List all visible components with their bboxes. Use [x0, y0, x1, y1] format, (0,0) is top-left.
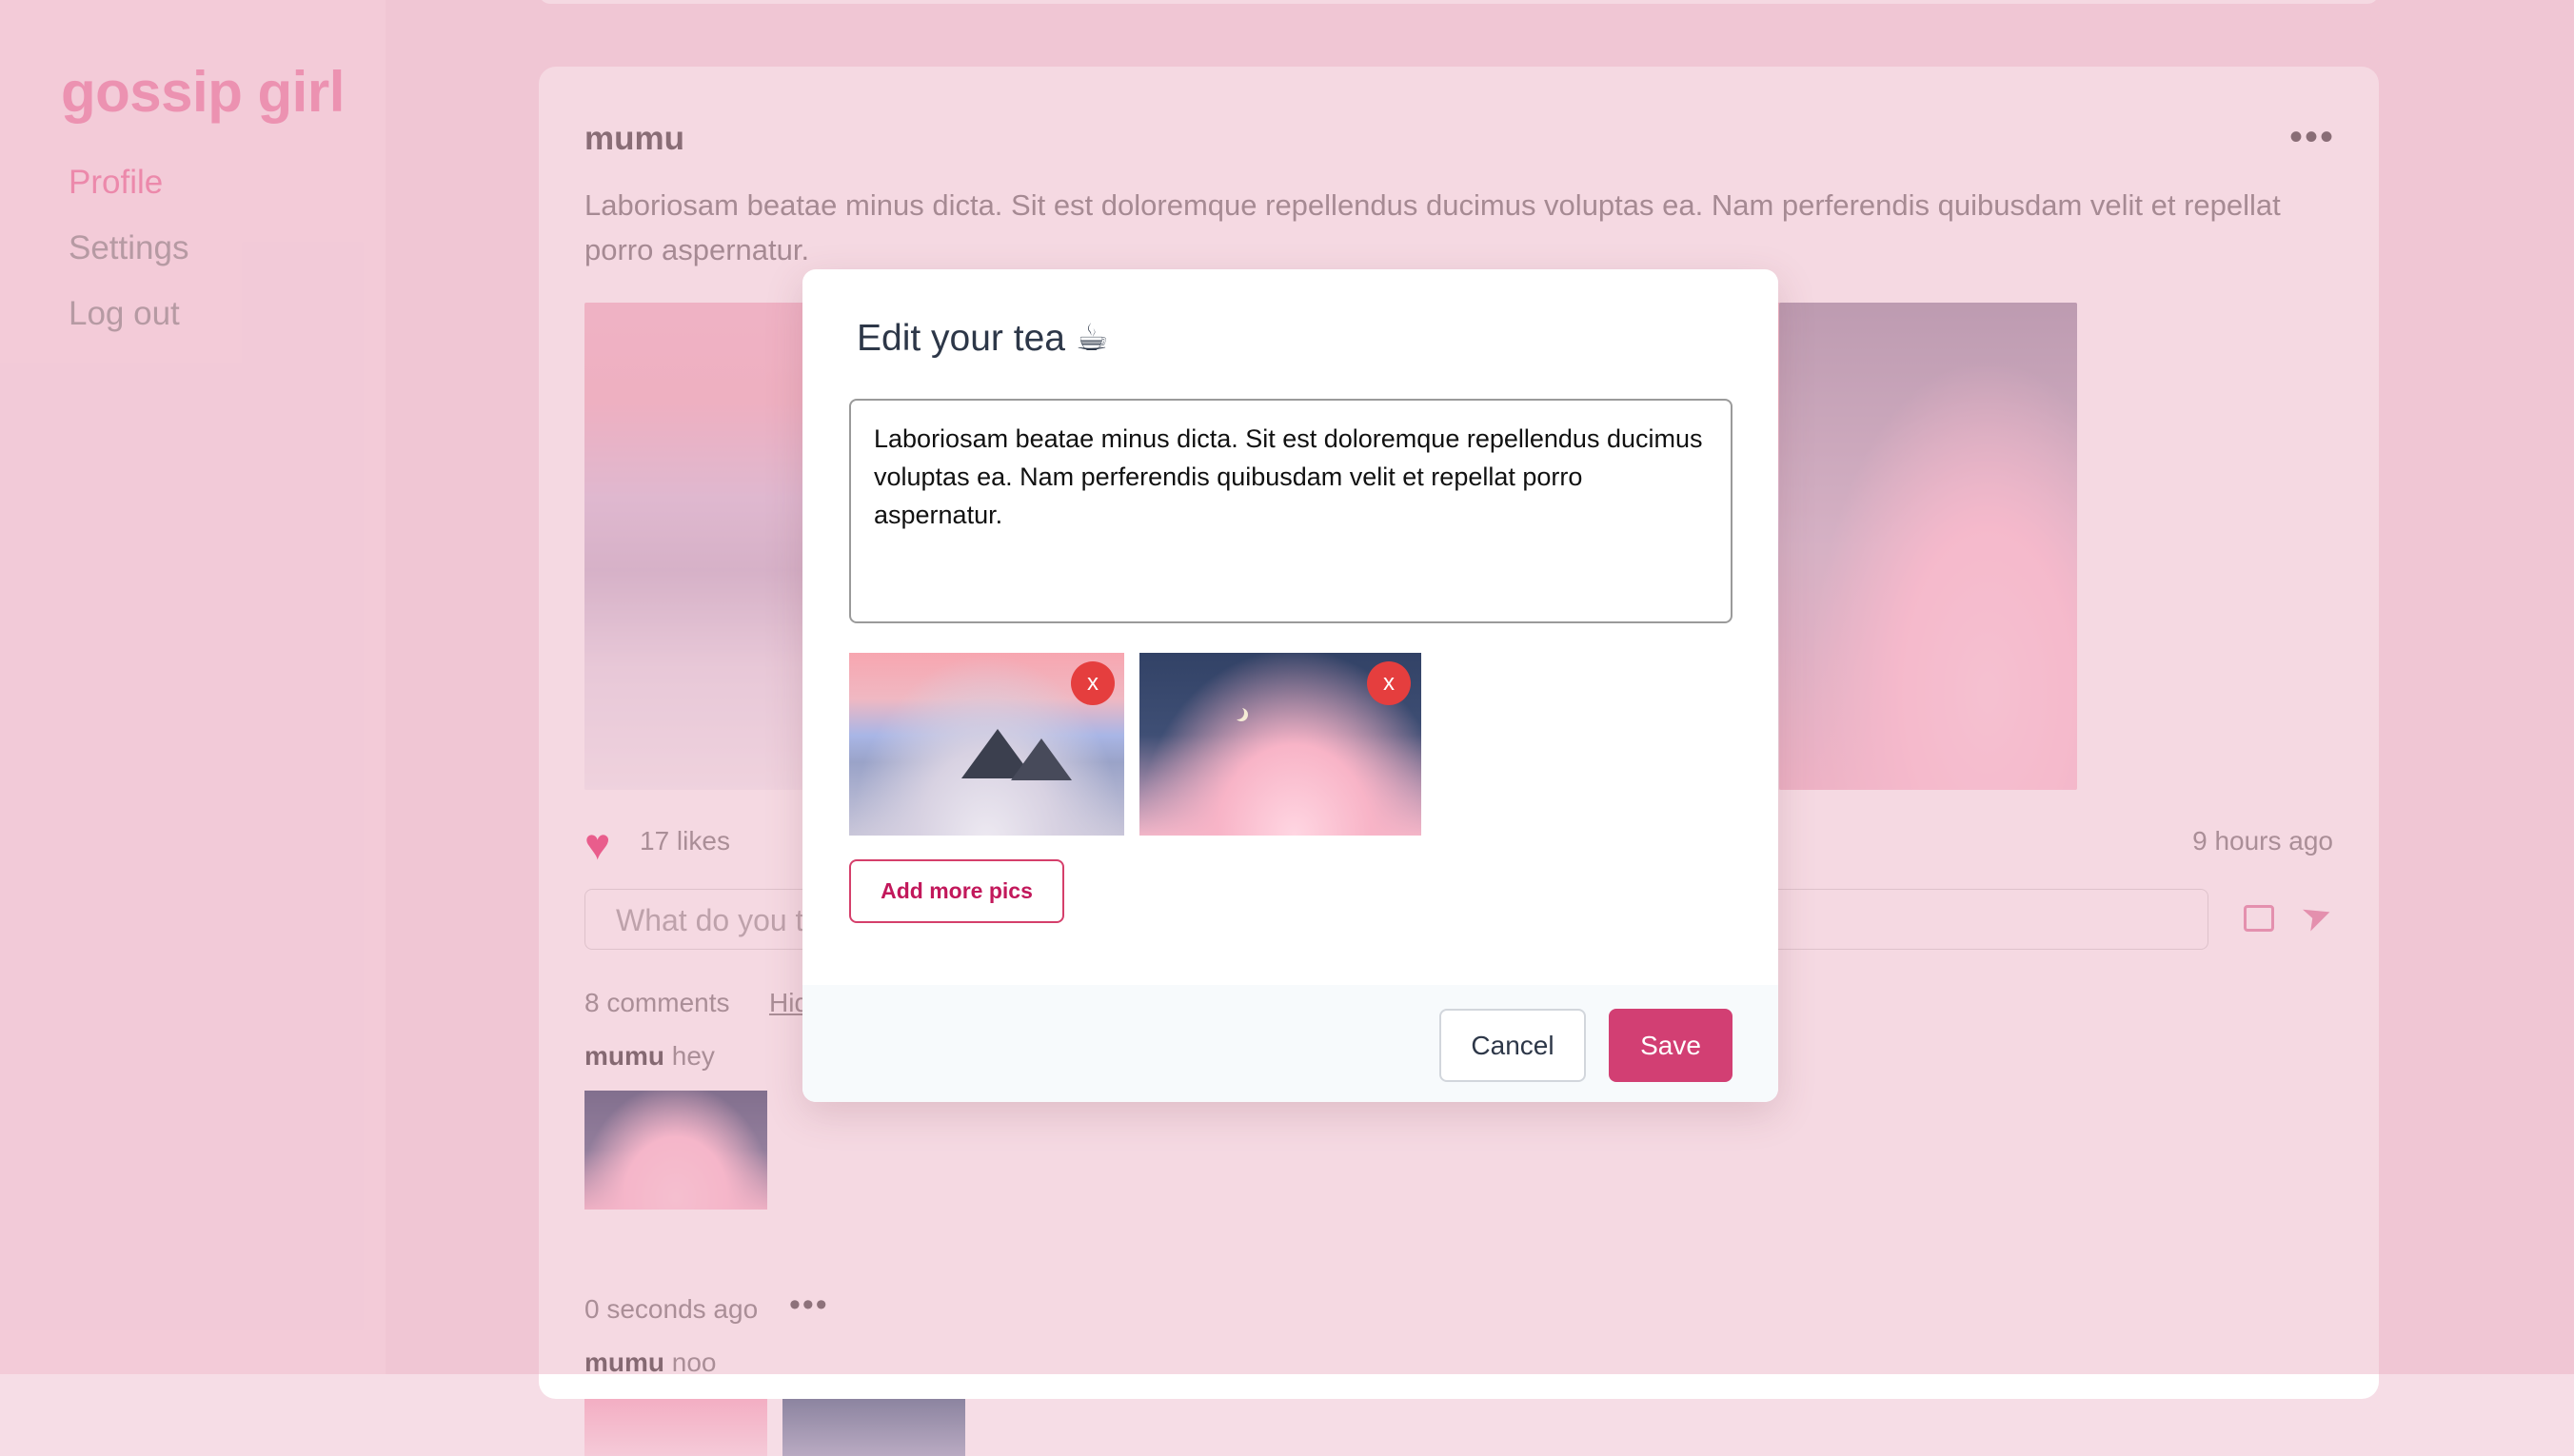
mountain-shape	[1011, 738, 1072, 780]
save-button[interactable]: Save	[1609, 1009, 1732, 1082]
cancel-button[interactable]: Cancel	[1439, 1009, 1586, 1082]
modal-footer: Cancel Save	[802, 985, 1778, 1102]
remove-image-button[interactable]: x	[1071, 661, 1115, 705]
comment-image[interactable]	[584, 1399, 767, 1456]
edit-post-modal: Edit your tea ☕ Laboriosam beatae minus …	[802, 269, 1778, 1102]
modal-title: Edit your tea ☕	[857, 318, 1109, 359]
remove-image-button[interactable]: x	[1367, 661, 1411, 705]
comment-image[interactable]	[782, 1399, 965, 1456]
moon-shape	[1231, 706, 1244, 719]
post-text-input[interactable]: Laboriosam beatae minus dicta. Sit est d…	[849, 399, 1732, 623]
add-more-pics-button[interactable]: Add more pics	[849, 859, 1064, 923]
